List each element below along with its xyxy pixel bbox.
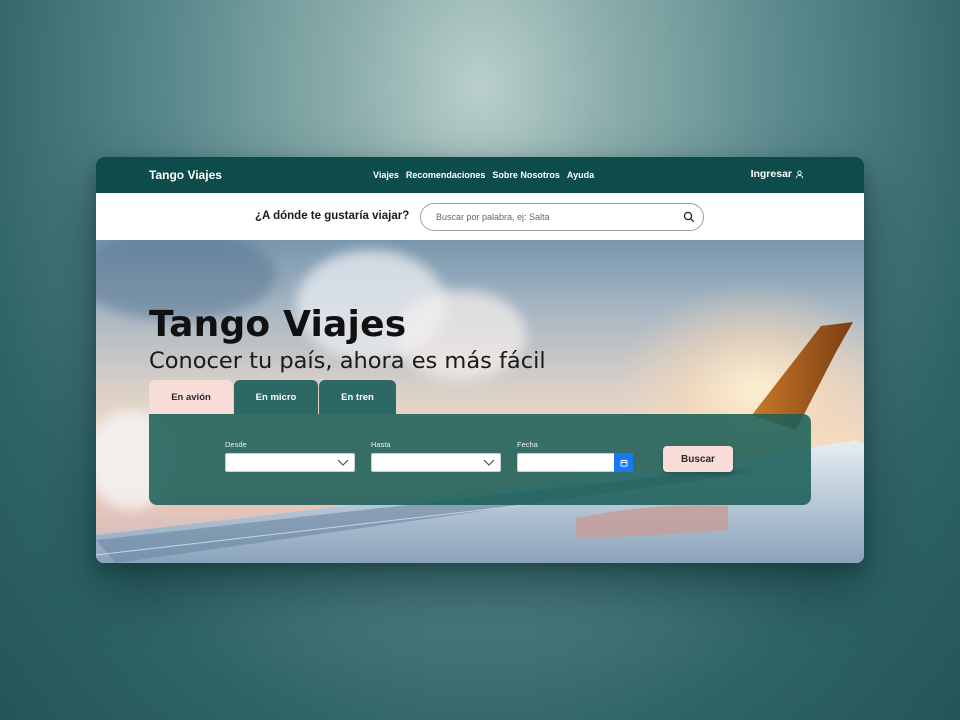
menu-item-recomendaciones[interactable]: Recomendaciones [406, 170, 486, 180]
to-field: Hasta [371, 440, 501, 472]
chevron-down-icon[interactable] [483, 458, 495, 467]
to-select[interactable] [371, 453, 501, 472]
user-icon [795, 170, 804, 178]
page-window: Tango Viajes Viajes Recomendaciones Sobr… [96, 157, 864, 563]
brand-logo[interactable]: Tango Viajes [149, 168, 222, 182]
login-button[interactable]: Ingresar [751, 168, 804, 180]
menu-item-sobre-nosotros[interactable]: Sobre Nosotros [492, 170, 560, 180]
date-input[interactable] [517, 453, 633, 472]
date-label: Fecha [517, 440, 538, 449]
from-label: Desde [225, 440, 247, 449]
search-row: ¿A dónde te gustaría viajar? [96, 193, 864, 240]
to-label: Hasta [371, 440, 391, 449]
booking-panel: Desde Hasta Fecha Buscar [149, 414, 811, 505]
tab-tren[interactable]: En tren [319, 380, 396, 414]
transport-tabs: En avión En micro En tren [149, 380, 396, 414]
search-box[interactable] [420, 203, 704, 231]
from-select[interactable] [225, 453, 355, 472]
chevron-down-icon[interactable] [337, 458, 349, 467]
tab-avion[interactable]: En avión [149, 380, 233, 414]
from-field: Desde [225, 440, 355, 472]
login-label: Ingresar [750, 168, 792, 180]
date-picker-button[interactable] [614, 453, 633, 472]
search-submit-button[interactable]: Buscar [663, 446, 733, 472]
top-nav: Tango Viajes Viajes Recomendaciones Sobr… [96, 157, 864, 193]
main-menu: Viajes Recomendaciones Sobre Nosotros Ay… [373, 170, 594, 180]
search-input[interactable] [436, 212, 666, 222]
date-field: Fecha [517, 440, 633, 472]
hero-subtitle: Conocer tu país, ahora es más fácil [149, 348, 546, 374]
hero-banner: Tango Viajes Conocer tu país, ahora es m… [96, 240, 864, 563]
calendar-icon [620, 459, 627, 467]
search-icon[interactable] [683, 211, 695, 223]
hero-title: Tango Viajes [149, 304, 407, 345]
tab-micro[interactable]: En micro [234, 380, 318, 414]
search-question: ¿A dónde te gustaría viajar? [255, 210, 410, 222]
menu-item-ayuda[interactable]: Ayuda [567, 170, 594, 180]
menu-item-viajes[interactable]: Viajes [373, 170, 399, 180]
